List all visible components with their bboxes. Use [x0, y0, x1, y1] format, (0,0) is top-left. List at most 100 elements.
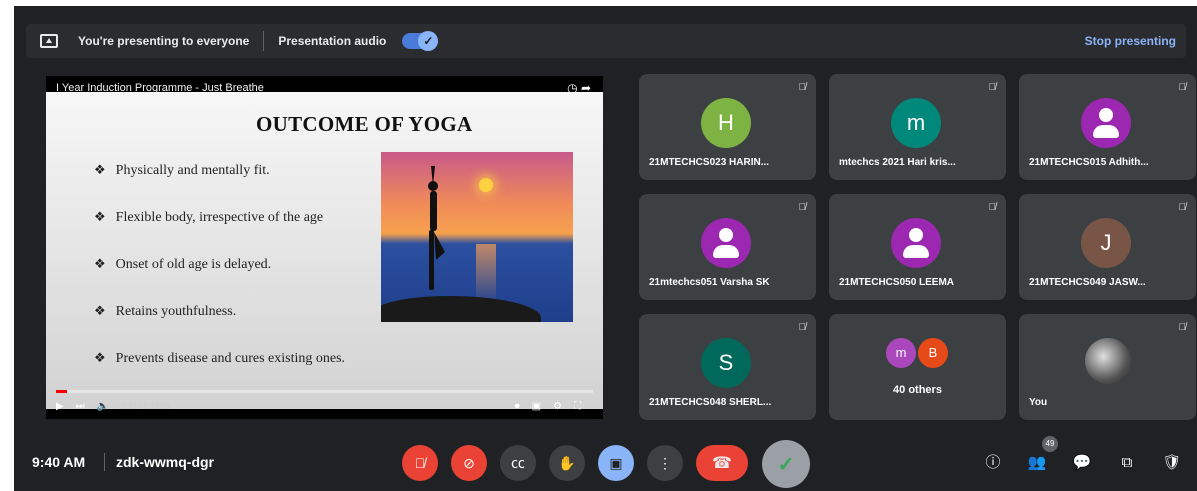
present-screen-icon [40, 34, 58, 48]
presenting-bar: You're presenting to everyone Presentati… [26, 24, 1186, 58]
self-tile[interactable]: 🎙̸ You [1019, 314, 1196, 420]
diamond-bullet-icon: ❖ [94, 162, 106, 177]
mic-off-icon: 🎙̸ [1178, 202, 1187, 213]
bullet-item: ❖ Flexible body, irrespective of the age [94, 209, 324, 225]
presentation-audio-label: Presentation audio [278, 34, 387, 48]
mic-off-icon: 🎙̸ [798, 82, 807, 93]
participant-tile[interactable]: 🎙̸ m mtechcs 2021 Hari kris... [829, 74, 1006, 180]
video-progress-bar[interactable] [56, 390, 593, 393]
presentation-audio-toggle[interactable]: ✓ [402, 31, 439, 51]
phone-hangup-icon: ☎ [712, 455, 732, 472]
video-controls: ▶ ⏭ 🔈 2:17 / 1:19:19 ⏺ ▣ ⚙ ⛶ [46, 395, 603, 417]
presenting-text: You're presenting to everyone [78, 34, 250, 48]
meeting-code: zdk-wwmq-dgr [116, 454, 214, 470]
present-button[interactable]: ▣ [598, 445, 634, 481]
settings-icon[interactable]: ⚙ [553, 401, 562, 412]
host-controls-icon[interactable]: 🛡 [1161, 452, 1183, 474]
avatar [1085, 338, 1131, 384]
participant-tile[interactable]: 🎙̸ J 21MTECHCS049 JASW... [1019, 194, 1196, 300]
avatar [1081, 98, 1131, 148]
meet-window: You're presenting to everyone Presentati… [14, 6, 1197, 491]
mic-off-icon: 🎙̸ [798, 202, 807, 213]
play-icon[interactable]: ▶ [56, 401, 64, 412]
divider [104, 453, 105, 471]
mic-off-icon: 🎙̸ [414, 455, 426, 471]
yoga-sunset-image [381, 152, 573, 322]
chat-icon[interactable]: 💬 [1071, 452, 1093, 474]
presentation-video[interactable]: I Year Induction Programme - Just Breath… [46, 76, 603, 419]
person-icon [891, 218, 941, 268]
slide-title: OUTCOME OF YOGA [256, 112, 473, 136]
clock: 9:40 AM [32, 454, 86, 470]
participant-tile[interactable]: 🎙̸ S 21MTECHCS048 SHERL... [639, 314, 816, 420]
video-time: 2:17 / 1:19:19 [121, 401, 171, 411]
diamond-bullet-icon: ❖ [94, 303, 106, 318]
avatar: m [891, 98, 941, 148]
fullscreen-icon[interactable]: ⛶ [574, 401, 581, 412]
check-icon: ✓ [418, 31, 439, 51]
present-screen-icon: ▣ [609, 454, 623, 471]
avatar [891, 218, 941, 268]
participant-name: 21MTECHCS050 LEEMA [839, 277, 955, 288]
participant-name: 21mtechcs051 Varsha SK [649, 277, 770, 288]
more-options-button[interactable]: ⋮ [647, 445, 683, 481]
participant-name: You [1029, 397, 1048, 408]
raise-hand-button[interactable]: ✋ [549, 445, 585, 481]
captions-button[interactable]: ㏄ [500, 445, 536, 481]
participant-name: 21MTECHCS049 JASW... [1029, 277, 1146, 288]
mic-off-button[interactable]: 🎙̸ [402, 445, 438, 481]
avatar: m [886, 338, 916, 368]
bottom-bar: 9:40 AM zdk-wwmq-dgr 🎙̸ ⊘ ㏄ ✋ ▣ ⋮ ☎ ✓ ⓘ … [14, 436, 1197, 488]
divider [263, 31, 265, 51]
stop-presenting-button[interactable]: Stop presenting [1085, 34, 1176, 48]
video-title: I Year Induction Programme - Just Breath… [56, 82, 264, 94]
volume-icon[interactable]: 🔈 [97, 401, 109, 412]
activities-icon[interactable]: ⧉ [1116, 452, 1138, 474]
others-tile[interactable]: m B 40 others [829, 314, 1006, 420]
participant-name: 21MTECHCS048 SHERL... [649, 397, 772, 408]
participant-name: 21MTECHCS023 HARIN... [649, 157, 770, 168]
captions-icon: ㏄ [511, 455, 525, 471]
avatar: B [918, 338, 948, 368]
participants-count-badge: 49 [1042, 436, 1058, 452]
avatar: S [701, 338, 751, 388]
participant-tile[interactable]: 🎙̸ 21mtechcs051 Varsha SK [639, 194, 816, 300]
camera-off-icon: ⊘ [463, 454, 475, 471]
participant-tile[interactable]: 🎙̸ 21MTECHCS050 LEEMA [829, 194, 1006, 300]
mic-off-icon: 🎙̸ [988, 202, 997, 213]
leave-call-button[interactable]: ☎ [696, 445, 748, 481]
check-button[interactable]: ✓ [762, 440, 810, 488]
person-icon [701, 218, 751, 268]
diamond-bullet-icon: ❖ [94, 350, 106, 365]
share-icon[interactable]: ◷ ➦ [567, 81, 591, 95]
avatar: H [701, 98, 751, 148]
participant-tile[interactable]: 🎙̸ H 21MTECHCS023 HARIN... [639, 74, 816, 180]
captions-icon[interactable]: ▣ [532, 401, 541, 412]
bullet-item: ❖ Onset of old age is delayed. [94, 256, 272, 272]
mic-off-icon: 🎙̸ [988, 82, 997, 93]
avatar [701, 218, 751, 268]
bullet-item: ❖ Retains youthfulness. [94, 303, 237, 319]
info-icon[interactable]: ⓘ [982, 452, 1004, 474]
slide-bullets: ❖ Physically and mentally fit. ❖ Flexible … [94, 162, 345, 397]
more-vert-icon: ⋮ [658, 454, 672, 471]
people-icon[interactable]: 👥 [1026, 452, 1048, 474]
hand-icon: ✋ [558, 454, 576, 471]
mic-off-icon: 🎙̸ [798, 322, 807, 333]
video-progress-fill [56, 390, 67, 393]
others-count: 40 others [893, 384, 942, 396]
mic-off-icon: 🎙̸ [1178, 82, 1187, 93]
person-icon [1081, 98, 1131, 148]
autoplay-icon[interactable]: ⏺ [515, 401, 520, 412]
mic-off-icon: 🎙̸ [1178, 322, 1187, 333]
participant-tile[interactable]: 🎙̸ 21MTECHCS015 Adhith... [1019, 74, 1196, 180]
diamond-bullet-icon: ❖ [94, 256, 106, 271]
check-icon: ✓ [777, 453, 795, 476]
next-icon[interactable]: ⏭ [76, 401, 85, 412]
diamond-bullet-icon: ❖ [94, 209, 106, 224]
participant-name: 21MTECHCS015 Adhith... [1029, 157, 1149, 168]
participant-name: mtechcs 2021 Hari kris... [839, 157, 956, 168]
slide: OUTCOME OF YOGA ❖ Physically and mentally… [46, 92, 603, 409]
bullet-item: ❖ Physically and mentally fit. [94, 162, 270, 178]
camera-off-button[interactable]: ⊘ [451, 445, 487, 481]
